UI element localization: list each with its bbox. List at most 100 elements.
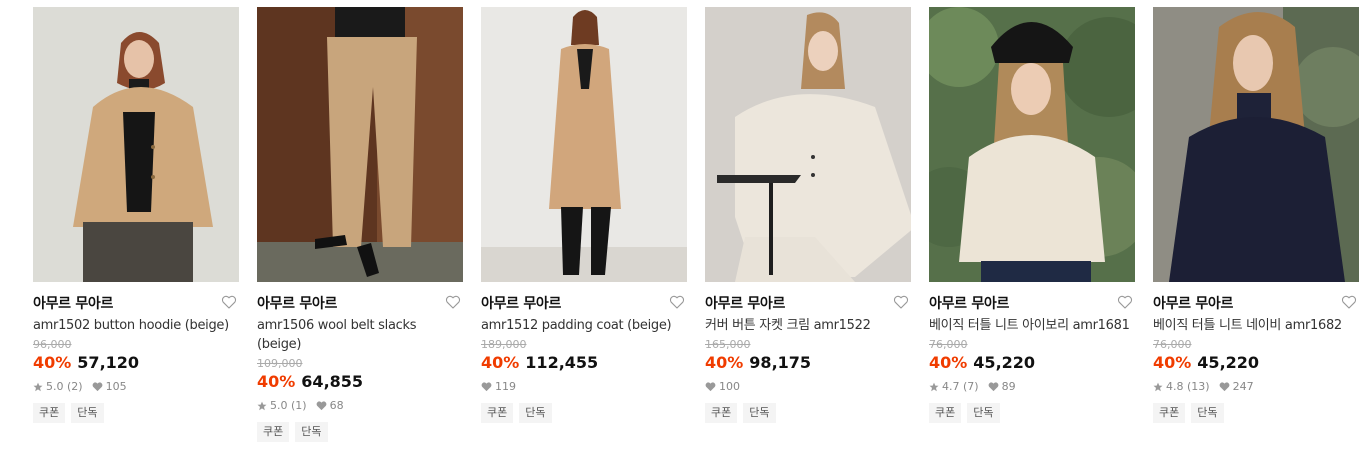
product-meta: 5.0 (1) 68 [257, 399, 463, 413]
heart-filled-icon [316, 401, 327, 411]
brand-name[interactable]: 아무르 무아르 [1153, 296, 1233, 312]
rating: 5.0 (2) [33, 380, 83, 394]
like-count: 89 [1001, 380, 1016, 393]
tag-list: 쿠폰 단독 [481, 403, 687, 423]
exclusive-tag: 단독 [1191, 403, 1224, 423]
brand-row: 아무르 무아르 [481, 293, 687, 312]
heart-icon[interactable] [221, 294, 237, 310]
review-count: (1) [291, 399, 307, 412]
review-count: (7) [963, 380, 979, 393]
heart-filled-icon [988, 382, 999, 392]
product-name[interactable]: 커버 버튼 자켓 크림 amr1522 [705, 316, 911, 335]
brand-row: 아무르 무아르 [705, 293, 911, 312]
original-price: 109,000 [257, 357, 303, 370]
tag-list: 쿠폰 단독 [33, 403, 239, 423]
sale-price: 98,175 [749, 353, 812, 372]
product-card[interactable]: 아무르 무아르 amr1506 wool belt slacks (beige)… [257, 7, 463, 442]
like-count: 105 [105, 380, 127, 393]
brand-row: 아무르 무아르 [33, 293, 239, 312]
like-count: 100 [719, 380, 740, 393]
product-card[interactable]: 아무르 무아르 커버 버튼 자켓 크림 amr1522 165,000 40% 9… [705, 7, 911, 423]
product-meta: 100 [705, 380, 911, 394]
sale-price: 57,120 [77, 353, 140, 372]
brand-name[interactable]: 아무르 무아르 [929, 296, 1009, 312]
coupon-tag: 쿠폰 [1153, 403, 1186, 423]
heart-icon[interactable] [1117, 294, 1133, 310]
rating-value: 5.0 [46, 380, 64, 393]
original-price: 76,000 [1153, 338, 1192, 351]
product-image[interactable] [481, 7, 687, 282]
product-image[interactable] [1153, 7, 1359, 282]
original-price: 96,000 [33, 338, 72, 351]
rating: 4.8 (13) [1153, 380, 1210, 394]
product-card[interactable]: 아무르 무아르 베이직 터틀 니트 네이비 amr1682 76,000 40%… [1153, 7, 1359, 423]
coupon-tag: 쿠폰 [33, 403, 66, 423]
product-card[interactable]: 아무르 무아르 amr1502 button hoodie (beige) 96… [33, 7, 239, 423]
brand-name[interactable]: 아무르 무아르 [705, 296, 785, 312]
sale-price: 45,220 [973, 353, 1036, 372]
exclusive-tag: 단독 [71, 403, 104, 423]
price-row: 40% 57,120 [33, 352, 239, 374]
product-image[interactable] [705, 7, 911, 282]
price-row: 40% 64,855 [257, 371, 463, 393]
product-image[interactable] [257, 7, 463, 282]
product-meta: 5.0 (2) 105 [33, 380, 239, 394]
review-count: (13) [1187, 380, 1210, 393]
heart-filled-icon [1219, 382, 1230, 392]
rating: 5.0 (1) [257, 399, 307, 413]
discount-rate: 40% [33, 353, 72, 372]
likes: 105 [92, 380, 127, 394]
review-count: (2) [67, 380, 83, 393]
star-icon [929, 382, 939, 392]
original-price: 189,000 [481, 338, 527, 351]
product-name[interactable]: amr1506 wool belt slacks (beige) [257, 316, 463, 354]
discount-rate: 40% [705, 353, 744, 372]
heart-icon[interactable] [1341, 294, 1357, 310]
sale-price: 45,220 [1197, 353, 1260, 372]
tag-list: 쿠폰 단독 [257, 422, 463, 442]
product-name[interactable]: 베이직 터틀 니트 아이보리 amr1681 [929, 316, 1135, 335]
product-card[interactable]: 아무르 무아르 베이직 터틀 니트 아이보리 amr1681 76,000 40… [929, 7, 1135, 423]
product-name[interactable]: amr1512 padding coat (beige) [481, 316, 687, 335]
sale-price: 112,455 [525, 353, 599, 372]
coupon-tag: 쿠폰 [705, 403, 738, 423]
heart-filled-icon [481, 382, 492, 392]
sale-price: 64,855 [301, 372, 364, 391]
rating: 4.7 (7) [929, 380, 979, 394]
rating-value: 5.0 [270, 399, 288, 412]
brand-row: 아무르 무아르 [1153, 293, 1359, 312]
likes: 119 [481, 380, 516, 394]
product-name[interactable]: amr1502 button hoodie (beige) [33, 316, 239, 335]
exclusive-tag: 단독 [743, 403, 776, 423]
heart-icon[interactable] [669, 294, 685, 310]
heart-icon[interactable] [445, 294, 461, 310]
product-image[interactable] [929, 7, 1135, 282]
coupon-tag: 쿠폰 [481, 403, 514, 423]
price-row: 40% 112,455 [481, 352, 687, 374]
coupon-tag: 쿠폰 [257, 422, 290, 442]
exclusive-tag: 단독 [519, 403, 552, 423]
price-row: 40% 98,175 [705, 352, 911, 374]
product-image[interactable] [33, 7, 239, 282]
brand-name[interactable]: 아무르 무아르 [257, 296, 337, 312]
likes: 247 [1219, 380, 1254, 394]
likes: 100 [705, 380, 740, 394]
heart-filled-icon [92, 382, 103, 392]
product-name[interactable]: 베이직 터틀 니트 네이비 amr1682 [1153, 316, 1359, 335]
like-count: 247 [1232, 380, 1254, 393]
heart-icon[interactable] [893, 294, 909, 310]
tag-list: 쿠폰 단독 [705, 403, 911, 423]
brand-name[interactable]: 아무르 무아르 [33, 296, 113, 312]
original-price: 165,000 [705, 338, 751, 351]
exclusive-tag: 단독 [967, 403, 1000, 423]
brand-row: 아무르 무아르 [257, 293, 463, 312]
coupon-tag: 쿠폰 [929, 403, 962, 423]
product-meta: 4.7 (7) 89 [929, 380, 1135, 394]
tag-list: 쿠폰 단독 [929, 403, 1135, 423]
product-card[interactable]: 아무르 무아르 amr1512 padding coat (beige) 189… [481, 7, 687, 423]
likes: 89 [988, 380, 1016, 394]
brand-name[interactable]: 아무르 무아르 [481, 296, 561, 312]
original-price: 76,000 [929, 338, 968, 351]
like-count: 68 [329, 399, 344, 412]
brand-row: 아무르 무아르 [929, 293, 1135, 312]
